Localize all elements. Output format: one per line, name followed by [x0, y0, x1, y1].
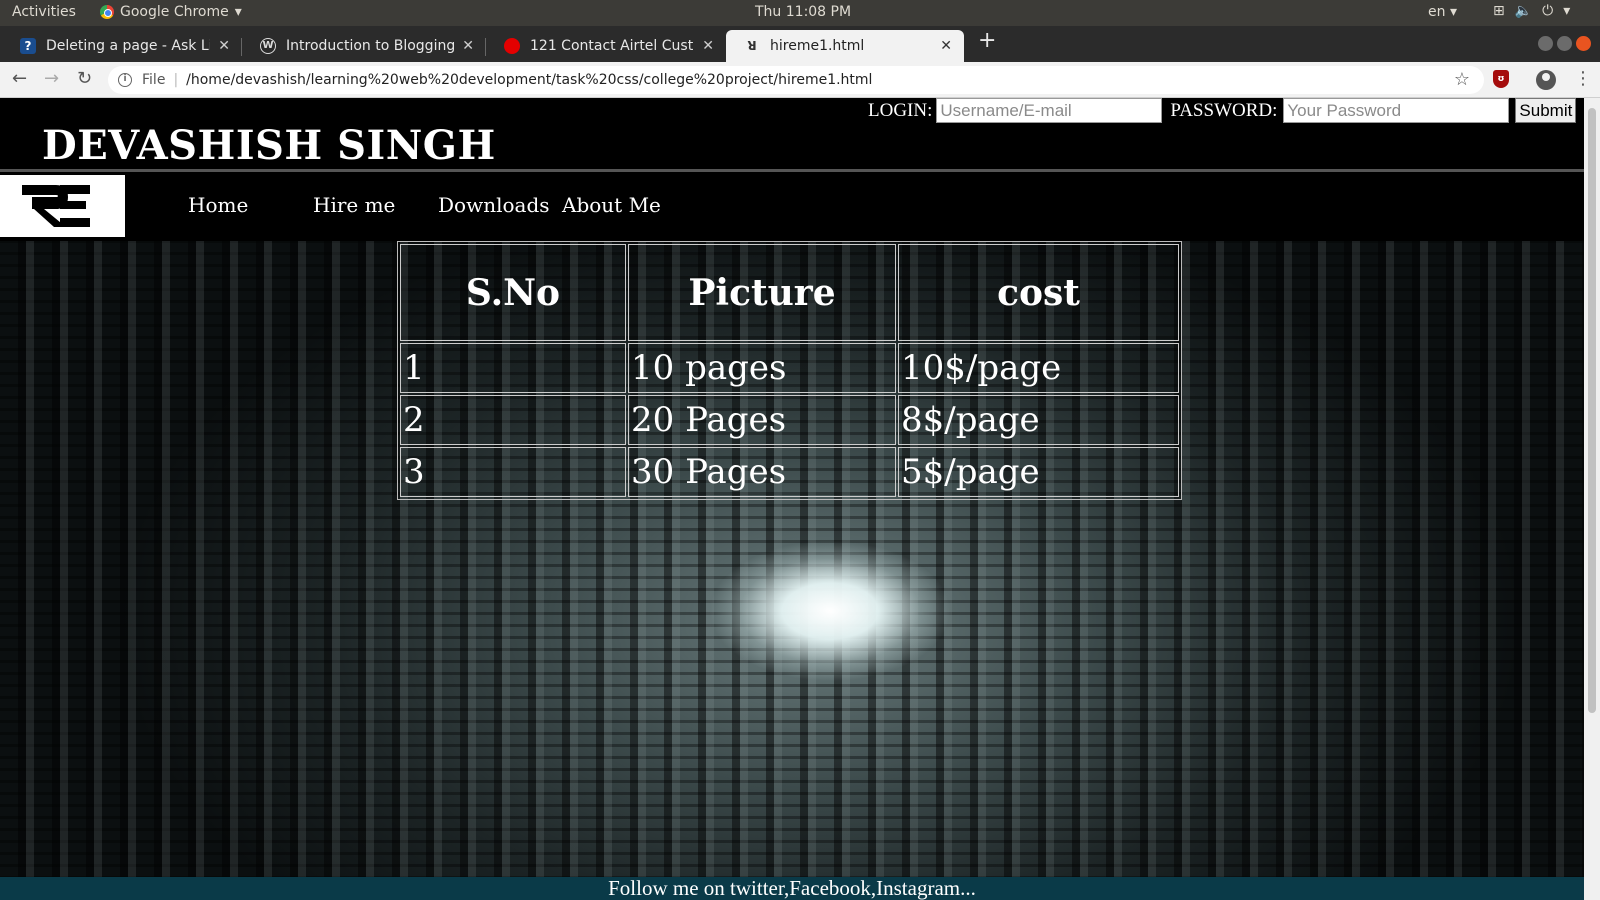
nav-hire-me[interactable]: Hire me: [313, 193, 395, 217]
cell-picture: 30 Pages: [628, 447, 896, 497]
system-tray[interactable]: ⊞ 🔈 ⏻ ▾: [1493, 3, 1570, 19]
chevron-down-icon: ▾: [1563, 3, 1571, 19]
reload-icon[interactable]: ↻: [77, 68, 92, 89]
wordpress-icon: W: [260, 38, 276, 54]
tab-title: Introduction to Blogging: [286, 38, 455, 54]
vertical-scrollbar[interactable]: [1584, 98, 1600, 900]
forward-arrow-icon[interactable]: →: [44, 68, 59, 89]
back-arrow-icon[interactable]: ←: [12, 68, 27, 89]
tab-ask-libreoffice[interactable]: ? Deleting a page - Ask Libr ✕: [2, 30, 242, 62]
browser-toolbar: ← → ↻ i File | /home/devashish/learning%…: [0, 62, 1600, 98]
account-icon[interactable]: [1536, 70, 1556, 90]
tab-strip: ? Deleting a page - Ask Libr ✕ W Introdu…: [0, 26, 1600, 62]
window-controls: [1538, 36, 1591, 51]
new-tab-button[interactable]: +: [978, 28, 996, 53]
kebab-menu-icon[interactable]: ⋮: [1574, 68, 1592, 89]
volume-icon: 🔈: [1514, 3, 1533, 19]
tab-introduction-to-blogging[interactable]: W Introduction to Blogging ✕: [242, 30, 486, 62]
site-nav: Home Hire me Downloads About Me: [0, 175, 1584, 240]
cell-sno: 3: [400, 447, 626, 497]
nav-about-me[interactable]: About Me: [562, 193, 661, 217]
username-input[interactable]: [936, 98, 1163, 123]
chevron-down-icon: ▾: [234, 4, 242, 20]
login-label: LOGIN:: [868, 99, 933, 121]
header-cost: cost: [898, 244, 1179, 341]
close-icon[interactable]: ✕: [462, 38, 474, 54]
os-top-panel: Activities Google Chrome ▾ Thu 11:08 PM …: [0, 0, 1600, 26]
table-row: 1 10 pages 10$/page: [400, 343, 1179, 393]
submit-button[interactable]: Submit: [1515, 98, 1577, 123]
table-row: 2 20 Pages 8$/page: [400, 395, 1179, 445]
cell-picture: 20 Pages: [628, 395, 896, 445]
table-row: 3 30 Pages 5$/page: [400, 447, 1179, 497]
ublock-extension-icon[interactable]: ʊ: [1493, 70, 1509, 88]
header-sno: S.No: [400, 244, 626, 341]
chrome-icon: [100, 5, 114, 19]
power-icon: ⏻: [1542, 3, 1554, 19]
login-form: LOGIN: PASSWORD: Submit: [868, 98, 1577, 123]
page-viewport: DEVASHISH SINGH LOGIN: PASSWORD: Submit …: [0, 98, 1584, 900]
password-label: PASSWORD:: [1170, 99, 1278, 121]
language-label: en: [1428, 4, 1446, 20]
tab-title: Deleting a page - Ask Libr: [46, 38, 211, 54]
tab-airtel-contact[interactable]: 121 Contact Airtel Custon ✕: [486, 30, 726, 62]
pricing-table: S.No Picture cost 1 10 pages 10$/page 2 …: [397, 241, 1182, 500]
app-menu[interactable]: Google Chrome ▾: [100, 4, 242, 20]
nav-downloads[interactable]: Downloads: [438, 193, 550, 217]
scrollbar-thumb[interactable]: [1588, 108, 1596, 713]
header-picture: Picture: [628, 244, 896, 341]
cell-sno: 2: [400, 395, 626, 445]
question-icon: ?: [20, 38, 36, 54]
bookmark-star-icon[interactable]: ☆: [1454, 69, 1470, 90]
airtel-icon: [504, 38, 520, 54]
cell-cost: 8$/page: [898, 395, 1179, 445]
re-logo-icon: [22, 185, 90, 227]
tab-title: hireme1.html: [770, 38, 865, 54]
site-header: DEVASHISH SINGH LOGIN: PASSWORD: Submit: [0, 98, 1584, 172]
cell-picture: 10 pages: [628, 343, 896, 393]
info-icon[interactable]: i: [118, 73, 132, 87]
network-icon: ⊞: [1493, 3, 1505, 19]
site-logo[interactable]: [0, 175, 125, 237]
address-bar[interactable]: i File | /home/devashish/learning%20web%…: [108, 66, 1484, 94]
maximize-button[interactable]: [1557, 36, 1572, 51]
activities-button[interactable]: Activities: [12, 4, 76, 20]
clock[interactable]: Thu 11:08 PM: [755, 4, 851, 20]
password-input[interactable]: [1283, 98, 1510, 123]
close-icon[interactable]: ✕: [702, 38, 714, 54]
address-divider: |: [173, 72, 179, 88]
close-icon[interactable]: ✕: [218, 38, 230, 54]
file-scheme-label: File: [142, 72, 166, 88]
cell-cost: 5$/page: [898, 447, 1179, 497]
tab-hireme1[interactable]: ꓤ hireme1.html ✕: [726, 30, 964, 62]
cell-cost: 10$/page: [898, 343, 1179, 393]
nav-home[interactable]: Home: [188, 193, 248, 217]
url-text[interactable]: /home/devashish/learning%20web%20develop…: [186, 72, 872, 88]
close-window-button[interactable]: [1576, 36, 1591, 51]
cell-sno: 1: [400, 343, 626, 393]
minimize-button[interactable]: [1538, 36, 1553, 51]
site-logo-icon: ꓤ: [744, 38, 760, 54]
site-title: DEVASHISH SINGH: [42, 122, 496, 169]
app-name: Google Chrome: [120, 4, 229, 20]
tab-title: 121 Contact Airtel Custon: [530, 38, 695, 54]
language-indicator[interactable]: en ▾: [1428, 4, 1457, 20]
site-footer: Follow me on twitter,Facebook,Instagram.…: [0, 877, 1584, 900]
close-icon[interactable]: ✕: [940, 38, 952, 54]
table-header-row: S.No Picture cost: [400, 244, 1179, 341]
